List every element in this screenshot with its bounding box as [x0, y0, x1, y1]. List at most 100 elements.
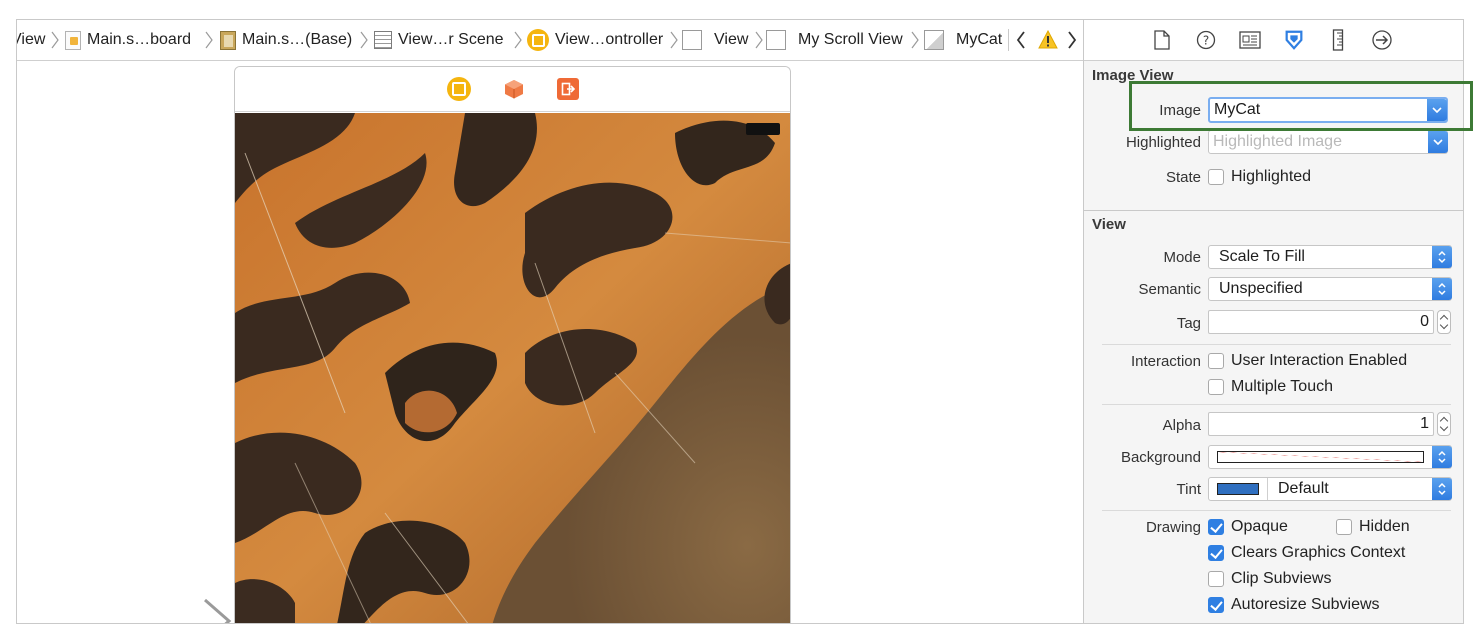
identity-inspector-icon[interactable] — [1239, 29, 1261, 51]
opaque-checkbox[interactable] — [1208, 519, 1224, 535]
size-inspector-icon[interactable] — [1327, 29, 1349, 51]
up-down-chevron-icon[interactable] — [1432, 478, 1452, 500]
chevron-right-icon — [911, 31, 919, 49]
breadcrumb-mycat[interactable]: MyCat — [924, 20, 1002, 60]
jump-bar: View Main.s…board Main.s…(Base) View…r S… — [17, 20, 1083, 61]
tag-value: 0 — [1420, 313, 1429, 330]
chevron-right-icon — [670, 31, 678, 49]
breadcrumb-main-base[interactable]: Main.s…(Base) — [220, 20, 352, 60]
autoresize-subviews-checkbox[interactable] — [1208, 597, 1224, 613]
chevron-left-icon[interactable] — [1016, 31, 1026, 49]
file-inspector-icon[interactable] — [1151, 29, 1173, 51]
clear-color-swatch — [1217, 451, 1424, 463]
highlighted-image-combobox[interactable]: Highlighted Image — [1208, 130, 1448, 154]
chevron-right-icon — [205, 31, 213, 49]
mode-value: Scale To Fill — [1219, 248, 1305, 265]
breadcrumb-label: View — [714, 31, 749, 48]
initial-view-controller-arrow-icon[interactable] — [87, 596, 237, 624]
tag-label: Tag — [1176, 315, 1201, 332]
warning-icon[interactable] — [1038, 30, 1058, 50]
tint-color-swatch — [1217, 483, 1259, 495]
user-interaction-checkbox[interactable] — [1208, 353, 1224, 369]
hidden-checkbox[interactable] — [1336, 519, 1352, 535]
connections-inspector-icon[interactable] — [1371, 29, 1393, 51]
multiple-touch-checkbox-label: Multiple Touch — [1231, 378, 1333, 395]
view-controller-icon — [527, 29, 549, 51]
clip-subviews-checkbox[interactable] — [1208, 571, 1224, 587]
drawing-label: Drawing — [1145, 519, 1201, 536]
mode-popup[interactable]: Scale To Fill — [1208, 245, 1452, 269]
mycat-image-view[interactable] — [235, 113, 790, 623]
quick-help-icon[interactable]: ? — [1195, 29, 1217, 51]
divider — [1102, 404, 1451, 405]
tint-value: Default — [1278, 480, 1329, 497]
up-down-chevron-icon[interactable] — [1432, 446, 1452, 468]
view-controller-scene[interactable] — [234, 66, 791, 623]
tag-field[interactable]: 0 — [1208, 310, 1434, 334]
exit-icon[interactable] — [556, 78, 579, 100]
up-down-chevron-icon[interactable] — [1432, 278, 1452, 300]
breadcrumb-view-root[interactable]: View — [17, 20, 45, 60]
breadcrumb-label: My Scroll View — [798, 31, 903, 48]
highlighted-label: Highlighted — [1125, 134, 1201, 151]
breadcrumb-label: MyCat — [956, 31, 1003, 48]
background-label: Background — [1120, 449, 1201, 466]
opaque-checkbox-label: Opaque — [1231, 518, 1288, 535]
inspector-tab-bar: ? — [1084, 20, 1463, 61]
user-interaction-checkbox-label: User Interaction Enabled — [1231, 352, 1408, 369]
chevron-right-icon — [51, 31, 59, 49]
autoresize-subviews-label: Autoresize Subviews — [1231, 596, 1380, 613]
image-field-highlight-box — [1129, 81, 1473, 131]
clears-graphics-context-checkbox[interactable] — [1208, 545, 1224, 561]
divider — [1102, 344, 1451, 345]
storyboard-file-icon — [65, 30, 81, 50]
clears-graphics-context-label: Clears Graphics Context — [1231, 544, 1406, 561]
alpha-stepper[interactable] — [1437, 412, 1451, 436]
breadcrumb-label: Main.s…board — [87, 31, 192, 48]
breadcrumb-view-controller[interactable]: View…ontroller — [527, 20, 663, 60]
multiple-touch-checkbox[interactable] — [1208, 379, 1224, 395]
view-icon — [682, 30, 702, 50]
tag-stepper[interactable] — [1437, 310, 1451, 334]
breadcrumb-label: Main.s…(Base) — [242, 31, 353, 48]
semantic-popup[interactable]: Unspecified — [1208, 277, 1452, 301]
view-section-title: View — [1092, 216, 1126, 233]
hidden-checkbox-label: Hidden — [1359, 518, 1410, 535]
divider — [1008, 29, 1009, 51]
semantic-value: Unspecified — [1219, 280, 1303, 297]
chevron-right-icon — [360, 31, 368, 49]
background-color-popup[interactable] — [1208, 445, 1452, 469]
breadcrumb-scene[interactable]: View…r Scene — [374, 20, 504, 60]
state-highlighted-checkbox-label: Highlighted — [1231, 168, 1312, 185]
alpha-field[interactable]: 1 — [1208, 412, 1434, 436]
alpha-value: 1 — [1420, 415, 1429, 432]
breadcrumb-label: View…ontroller — [555, 31, 664, 48]
up-down-chevron-icon[interactable] — [1432, 246, 1452, 268]
tint-label: Tint — [1176, 481, 1201, 498]
mode-label: Mode — [1163, 249, 1201, 266]
breadcrumb-view[interactable]: View — [682, 20, 748, 60]
image-view-icon — [924, 30, 944, 50]
chevron-right-icon — [755, 31, 763, 49]
battery-indicator — [746, 123, 780, 135]
tint-color-popup[interactable]: Default — [1208, 477, 1452, 501]
breadcrumb-label: View…r Scene — [398, 31, 504, 48]
state-highlighted-checkbox[interactable] — [1208, 169, 1224, 185]
semantic-label: Semantic — [1138, 281, 1201, 298]
base-localization-icon — [220, 30, 236, 50]
highlighted-image-placeholder: Highlighted Image — [1213, 133, 1342, 150]
chevron-right-icon — [514, 31, 522, 49]
breadcrumb-main-storyboard[interactable]: Main.s…board — [65, 20, 191, 60]
section-divider — [1084, 210, 1463, 211]
breadcrumb-my-scroll-view[interactable]: My Scroll View — [766, 20, 903, 60]
scroll-view-icon — [766, 30, 786, 50]
attributes-inspector-icon[interactable] — [1283, 29, 1305, 51]
alpha-label: Alpha — [1162, 417, 1201, 434]
scene-dock — [235, 67, 790, 112]
state-label: State — [1165, 169, 1201, 186]
first-responder-icon[interactable] — [503, 78, 525, 100]
chevron-right-icon[interactable] — [1067, 31, 1077, 49]
chevron-down-icon[interactable] — [1428, 131, 1448, 153]
view-controller-icon[interactable] — [446, 77, 471, 101]
storyboard-canvas[interactable] — [17, 61, 1083, 624]
